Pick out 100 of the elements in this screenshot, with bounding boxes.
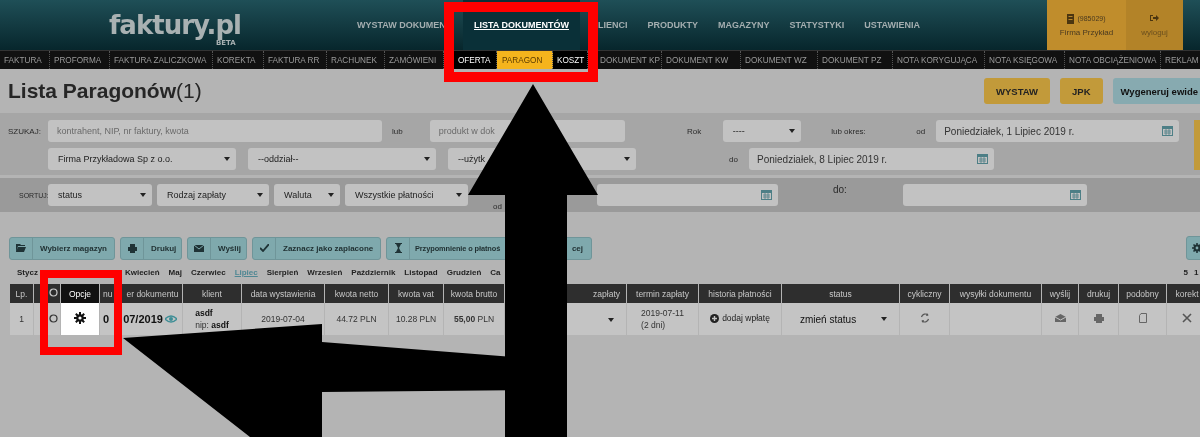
company-select[interactable]: Firma Przykładowa Sp z o.o. [48,148,236,170]
document-type-tab[interactable]: DOKUMENT WZ [741,51,818,69]
nav-link[interactable]: LIENCI [580,0,638,50]
toolbar-button[interactable]: Drukuj [120,236,182,260]
month-link[interactable]: Grudzień [446,267,482,277]
period-label: lub okres: [831,126,867,136]
month-link[interactable]: Stycz [17,267,38,277]
document-type-tab[interactable]: KOSZT [553,51,588,69]
nav-link[interactable]: MAGAZYNY [708,0,780,50]
caret-icon [456,193,462,197]
month-link[interactable]: Ca [490,267,501,277]
calendar-icon [1162,125,1174,136]
document-type-tab[interactable]: NOTA KORYGUJĄCA [893,51,985,69]
document-type-tab[interactable]: KOREKTA [213,51,264,69]
check-icon [259,244,269,252]
eye-icon[interactable] [164,315,177,323]
caret-icon [328,193,334,197]
document-type-tab[interactable]: FAKTURA RR [264,51,327,69]
table-cell: 44.72 PLN [325,303,388,335]
caret-icon [257,193,263,197]
column-header: nu er dokumentu [100,284,182,303]
month-link[interactable]: Kwiecień [124,267,160,277]
date-from-label: od [493,202,503,211]
column-header: kwota netto [325,284,388,303]
table-cell: 1 [10,303,33,335]
page-size-link[interactable]: 5 [1183,267,1188,277]
toolbar-button[interactable]: Wybierz magazyn [9,236,115,260]
year-select[interactable]: ---- [722,120,802,142]
document-type-tab[interactable]: RACHUNEK [327,51,385,69]
document-type-tab[interactable]: PARAGON [497,51,553,69]
status-select[interactable]: zmień status [788,308,893,330]
action-button[interactable]: Wygeneruj ewide [1112,78,1200,104]
document-type-tab[interactable]: FAKTURA ZALICZKOWA [110,51,213,69]
year-label: Rok [687,126,703,136]
month-link[interactable]: Czerwiec [190,267,226,277]
column-header: kwota vat [389,284,443,303]
month-link[interactable]: Sierpień [266,267,299,277]
date-to-label: do [729,154,739,164]
column-header: podobny [1119,284,1166,303]
month-link[interactable]: Październik [351,267,396,277]
envelope-icon [194,244,204,252]
sort-select[interactable]: Rodzaj zapłaty [157,184,269,206]
action-button[interactable]: WYSTAW [984,78,1051,104]
month-link[interactable]: Maj [168,267,182,277]
sort-select[interactable]: Waluta [274,184,340,206]
page-size-link[interactable]: 1 [1194,267,1200,277]
column-header: drukuj [1079,284,1118,303]
settings-icon[interactable] [74,312,86,324]
column-header: kwota brutto [444,284,504,303]
toolbar-button[interactable]: Zaznacz jako zaplacone [252,236,381,260]
document-type-tab[interactable]: DOKUMENT KW [662,51,741,69]
month-link[interactable]: Wrzesień [307,267,343,277]
column-header: korekt [1167,284,1200,303]
document-icon[interactable] [1138,313,1147,323]
nav-link[interactable]: USTAWIENIA [854,0,931,50]
sort-select[interactable]: Wszystkie płatności [345,184,468,206]
sort-select[interactable]: status [48,184,152,206]
search-label: SZUKAJ: [8,126,42,136]
document-type-tab[interactable]: PROFORMA [50,51,110,69]
caret-icon [424,157,430,161]
caret-icon [608,318,614,322]
nav-link[interactable]: STATYSTYKI [779,0,855,50]
envelope-icon[interactable] [1054,314,1066,322]
nav-link[interactable]: PRODUKTY [637,0,709,50]
search-field[interactable]: kontrahent, NIP, nr faktury, kwota [48,120,383,142]
caret-icon [224,157,230,161]
radio-icon [49,288,58,297]
column-header: klient [183,284,241,303]
calendar-icon [1070,189,1081,200]
document-type-tab[interactable]: OFERTA [454,51,497,69]
date-to-field[interactable]: Poniedziałek, 8 Lipiec 2019 r. [749,148,994,170]
plus-icon [710,313,720,323]
date-from-field[interactable]: Poniedziałek, 1 Lipiec 2019 r. [936,120,1180,142]
caret-icon [140,193,146,197]
radio-button[interactable] [49,313,58,323]
table-cell: 2019-07-11 (2 dni) [627,303,698,335]
date-to-field[interactable] [903,184,1087,206]
column-header: status [782,284,899,303]
document-type-tab[interactable]: NOTA OBCIĄŻENIOWA [1065,51,1161,69]
document-icon [1067,13,1075,24]
branch-select[interactable]: --oddział-- [248,148,436,170]
month-link[interactable]: Listopad [404,267,438,277]
printer-icon[interactable] [1093,313,1104,323]
column-header: termin zapłaty [627,284,698,303]
date-from-label: od [916,126,927,136]
nav-link[interactable]: WYSTAW DOKUMEN [350,0,463,50]
add-payment-link[interactable]: dodaj wpłatę [710,313,770,324]
column-header: cykliczny [900,284,949,303]
action-button[interactable]: JPK [1060,78,1103,104]
toolbar-button[interactable]: Wyślij [187,236,247,260]
caret-icon [624,157,630,161]
document-type-tab[interactable]: REKLAM [1161,51,1200,69]
table-cell: 10.28 PLN [389,303,443,335]
document-type-tab[interactable]: FAKTURA [0,51,50,69]
document-type-tab[interactable]: NOTA KSIĘGOWA [985,51,1065,69]
table-cell: 0 07/2019 [100,303,182,335]
date-from-field[interactable] [597,184,778,206]
calendar-icon [977,153,988,164]
document-type-tab[interactable]: DOKUMENT PZ [818,51,893,69]
refresh-icon[interactable] [919,313,930,323]
